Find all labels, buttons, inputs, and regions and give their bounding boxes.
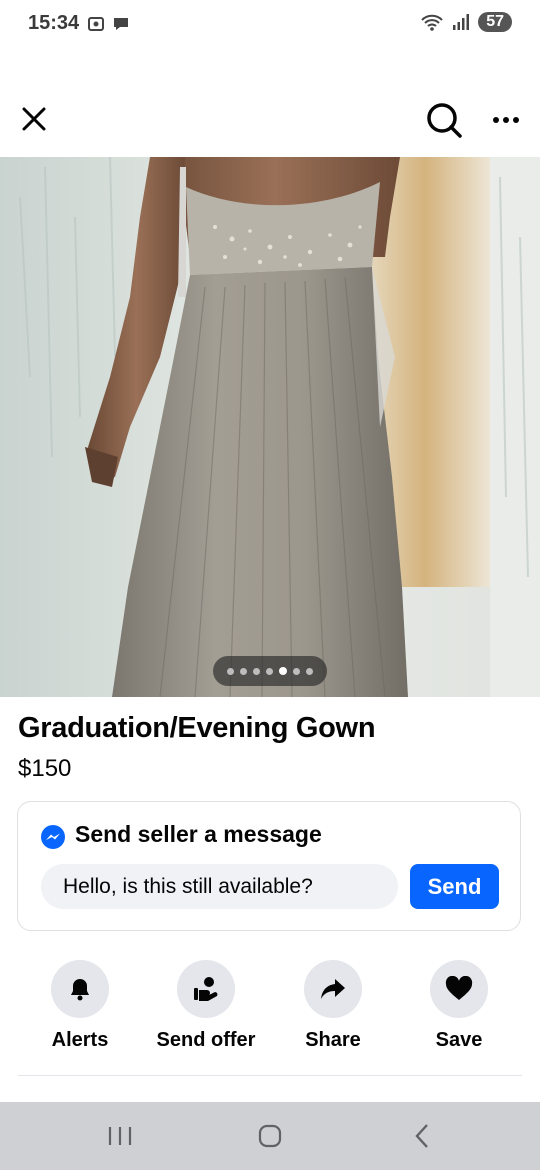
hand-offer-icon [194,977,218,1001]
search-button[interactable] [424,100,464,140]
share-arrow-icon [321,979,345,999]
close-button[interactable] [18,103,50,135]
pager-dot [306,667,313,675]
pager-dot [227,667,234,675]
share-label: Share [305,1029,361,1051]
status-notification-icons [86,14,130,34]
pager-dot [240,667,247,675]
save-icon-circle [430,960,488,1018]
alerts-icon-circle [51,960,109,1018]
share-icon-circle [304,960,362,1018]
chat-bubble-icon [114,18,128,30]
pager-dot [253,667,260,675]
close-icon [22,107,46,131]
back-chevron-icon [415,1124,428,1148]
bell-icon [71,979,89,1001]
save-button[interactable]: Save [404,960,514,1060]
home-button[interactable] [245,1118,295,1154]
gown-photo-illustration [0,157,540,697]
send-button[interactable]: Send [410,864,499,909]
home-icon [258,1124,282,1148]
message-heading: Send seller a message [75,821,322,847]
photo-pager[interactable] [213,656,327,686]
more-options-button[interactable] [488,105,528,135]
alerts-label: Alerts [51,1029,109,1051]
listing-price: $150 [18,755,72,782]
wifi-icon [421,14,443,31]
alerts-button[interactable]: Alerts [25,960,135,1060]
screenshot-icon [88,17,104,31]
listing-photo[interactable] [0,157,540,697]
send-offer-button[interactable]: Send offer [151,960,261,1060]
pager-dot [266,667,273,675]
battery-indicator: 57 [478,12,512,32]
recent-apps-icon [108,1127,132,1145]
pager-dot-active [279,667,287,675]
status-time: 15:34 [28,12,80,34]
status-bar: 15:34 57 [0,0,540,50]
search-icon [427,103,462,138]
message-input[interactable] [41,864,398,909]
save-label: Save [435,1029,483,1051]
send-offer-label: Send offer [156,1029,256,1051]
more-dots-icon [493,117,519,123]
pager-dot [293,667,300,675]
send-offer-icon-circle [177,960,235,1018]
recent-apps-button[interactable] [95,1118,145,1154]
messenger-icon [40,824,66,850]
signal-icon [453,14,470,30]
section-divider [18,1075,522,1076]
status-system-icons: 57 [420,12,512,32]
back-button[interactable] [397,1118,447,1154]
share-button[interactable]: Share [278,960,388,1060]
listing-title: Graduation/Evening Gown [18,712,376,744]
heart-icon [445,976,473,1000]
